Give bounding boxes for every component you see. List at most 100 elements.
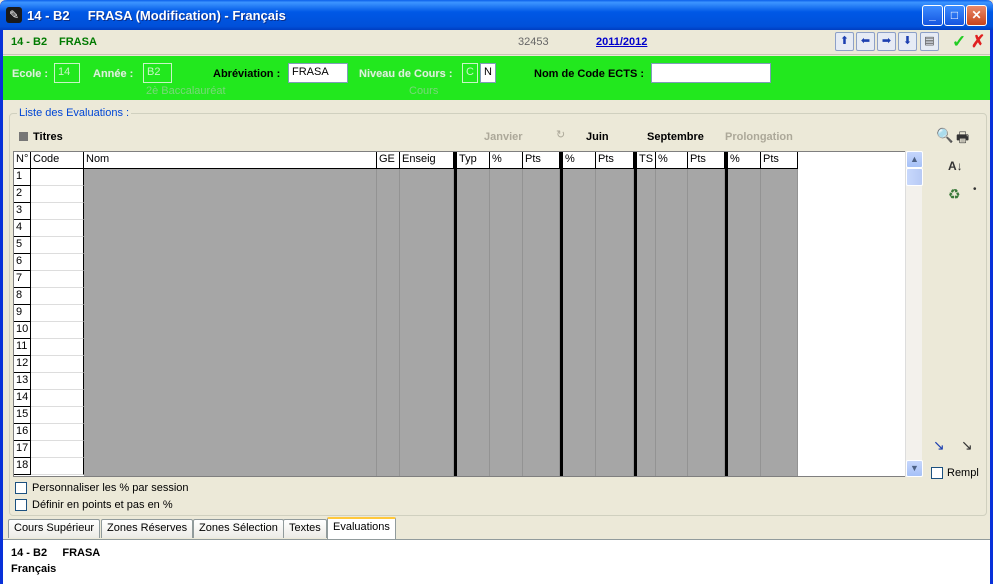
link-down-icon[interactable]: ↘: [933, 437, 945, 454]
refresh-icon[interactable]: ↻: [556, 128, 565, 141]
minimize-button[interactable]: _: [922, 5, 943, 26]
close-button[interactable]: ✕: [966, 5, 987, 26]
rempl-checkbox[interactable]: [931, 467, 943, 479]
row-code-cell[interactable]: [31, 407, 84, 424]
row-number: 13: [14, 373, 31, 390]
session-janvier[interactable]: Janvier: [484, 131, 523, 143]
col-header-pts: Pts: [523, 152, 560, 169]
pts4-column[interactable]: [761, 169, 798, 476]
session-divider: [560, 152, 563, 476]
window-title: 14 - B2 FRASA (Modification) - Français: [27, 8, 286, 23]
row-number: 1: [14, 169, 31, 186]
pts-column[interactable]: [523, 169, 560, 476]
row-code-cell[interactable]: [31, 305, 84, 322]
tab-zones-selection[interactable]: Zones Sélection: [193, 519, 284, 538]
academic-year-link[interactable]: 2011/2012: [596, 36, 647, 48]
status-record: 14 - B2 FRASA: [11, 547, 101, 559]
row-code-cell[interactable]: [31, 441, 84, 458]
pts2-column[interactable]: [596, 169, 634, 476]
row-code-cell[interactable]: [31, 339, 84, 356]
row-code-cell[interactable]: [31, 254, 84, 271]
niveau-label: Niveau de Cours :: [359, 68, 453, 80]
row-code-cell[interactable]: [31, 322, 84, 339]
ge-column[interactable]: [377, 169, 400, 476]
course-header-form: Ecole : 14 Année : B2 2è Baccalauréat Ab…: [3, 56, 990, 100]
row-number: 3: [14, 203, 31, 220]
points-mode-label: Définir en points et pas en %: [32, 499, 173, 511]
row-code-cell[interactable]: [31, 220, 84, 237]
maximize-button[interactable]: □: [944, 5, 965, 26]
row-number: 11: [14, 339, 31, 356]
first-icon[interactable]: ⬆: [835, 32, 854, 51]
tab-cours-superieur[interactable]: Cours Supérieur: [8, 519, 101, 538]
row-code-cell[interactable]: [31, 356, 84, 373]
col-header-pts3: Pts: [688, 152, 725, 169]
tab-evaluations[interactable]: Evaluations: [327, 517, 396, 539]
col-header-ts: TS: [637, 152, 656, 169]
nom-column[interactable]: [84, 169, 377, 476]
row-number: 7: [14, 271, 31, 288]
custom-percent-checkbox[interactable]: [15, 482, 27, 494]
tab-textes[interactable]: Textes: [283, 519, 327, 538]
scroll-down-button[interactable]: ▼: [906, 460, 923, 477]
recycle-icon[interactable]: ♻: [948, 186, 961, 203]
last-icon[interactable]: ⬇: [898, 32, 917, 51]
ecole-label: Ecole :: [12, 68, 49, 80]
niveau-field-2[interactable]: N: [480, 63, 496, 83]
sort-az-icon[interactable]: A↓: [948, 159, 963, 173]
session-juin[interactable]: Juin: [586, 131, 609, 143]
ok-button[interactable]: ✓: [952, 32, 966, 51]
cancel-button[interactable]: ✗: [971, 32, 985, 51]
grid-scrollbar[interactable]: ▲ ▼: [905, 151, 923, 477]
row-code-cell[interactable]: [31, 186, 84, 203]
points-mode-checkbox[interactable]: [15, 499, 27, 511]
row-code-cell[interactable]: [31, 424, 84, 441]
titres-toggle[interactable]: Titres: [19, 131, 63, 143]
col-header-code: Code: [31, 152, 84, 169]
row-code-cell[interactable]: [31, 203, 84, 220]
record-number: 32453: [518, 36, 549, 48]
typ-column[interactable]: [457, 169, 490, 476]
row-code-cell[interactable]: [31, 237, 84, 254]
next-icon[interactable]: ➡: [877, 32, 896, 51]
row-code-cell[interactable]: [31, 458, 84, 475]
notes-icon[interactable]: ▤: [920, 32, 939, 51]
rempl-label: Rempl: [947, 467, 979, 479]
row-number: 5: [14, 237, 31, 254]
session-septembre[interactable]: Septembre: [647, 131, 704, 143]
print-icon[interactable]: 🖶: [956, 127, 969, 151]
row-number: 15: [14, 407, 31, 424]
pct3-column[interactable]: [656, 169, 688, 476]
abreviation-input[interactable]: FRASA: [288, 63, 348, 83]
pct2-column[interactable]: [563, 169, 596, 476]
col-header-pct: %: [490, 152, 523, 169]
pts3-column[interactable]: [688, 169, 725, 476]
pct4-column[interactable]: [728, 169, 761, 476]
record-code: 14 - B2: [11, 36, 48, 48]
row-code-cell[interactable]: [31, 288, 84, 305]
row-code-cell[interactable]: [31, 390, 84, 407]
pct-column[interactable]: [490, 169, 523, 476]
col-header-pct3: %: [656, 152, 688, 169]
row-number: 8: [14, 288, 31, 305]
row-code-cell[interactable]: [31, 271, 84, 288]
ts-column[interactable]: [637, 169, 656, 476]
row-code-cell[interactable]: [31, 373, 84, 390]
niveau-description: Cours: [409, 85, 439, 97]
col-header-nom: Nom: [84, 152, 377, 169]
row-number: 10: [14, 322, 31, 339]
prev-icon[interactable]: ⬅: [856, 32, 875, 51]
row-code-cell[interactable]: [31, 169, 84, 186]
preview-icon[interactable]: 🔍: [936, 127, 953, 144]
title-bar[interactable]: ✎ 14 - B2 FRASA (Modification) - Françai…: [0, 0, 993, 30]
evaluations-grid[interactable]: N° Code Nom GE Enseig Typ % Pts % Pts TS…: [13, 151, 922, 477]
enseig-column[interactable]: [400, 169, 454, 476]
scroll-up-button[interactable]: ▲: [906, 151, 923, 168]
row-number: 16: [14, 424, 31, 441]
scroll-thumb[interactable]: [906, 168, 923, 186]
app-icon[interactable]: ✎: [6, 7, 22, 23]
session-prolongation[interactable]: Prolongation: [725, 131, 793, 143]
link-up-icon[interactable]: ↘: [961, 437, 973, 454]
tab-zones-reserves[interactable]: Zones Réserves: [101, 519, 194, 538]
ects-input[interactable]: [651, 63, 771, 83]
